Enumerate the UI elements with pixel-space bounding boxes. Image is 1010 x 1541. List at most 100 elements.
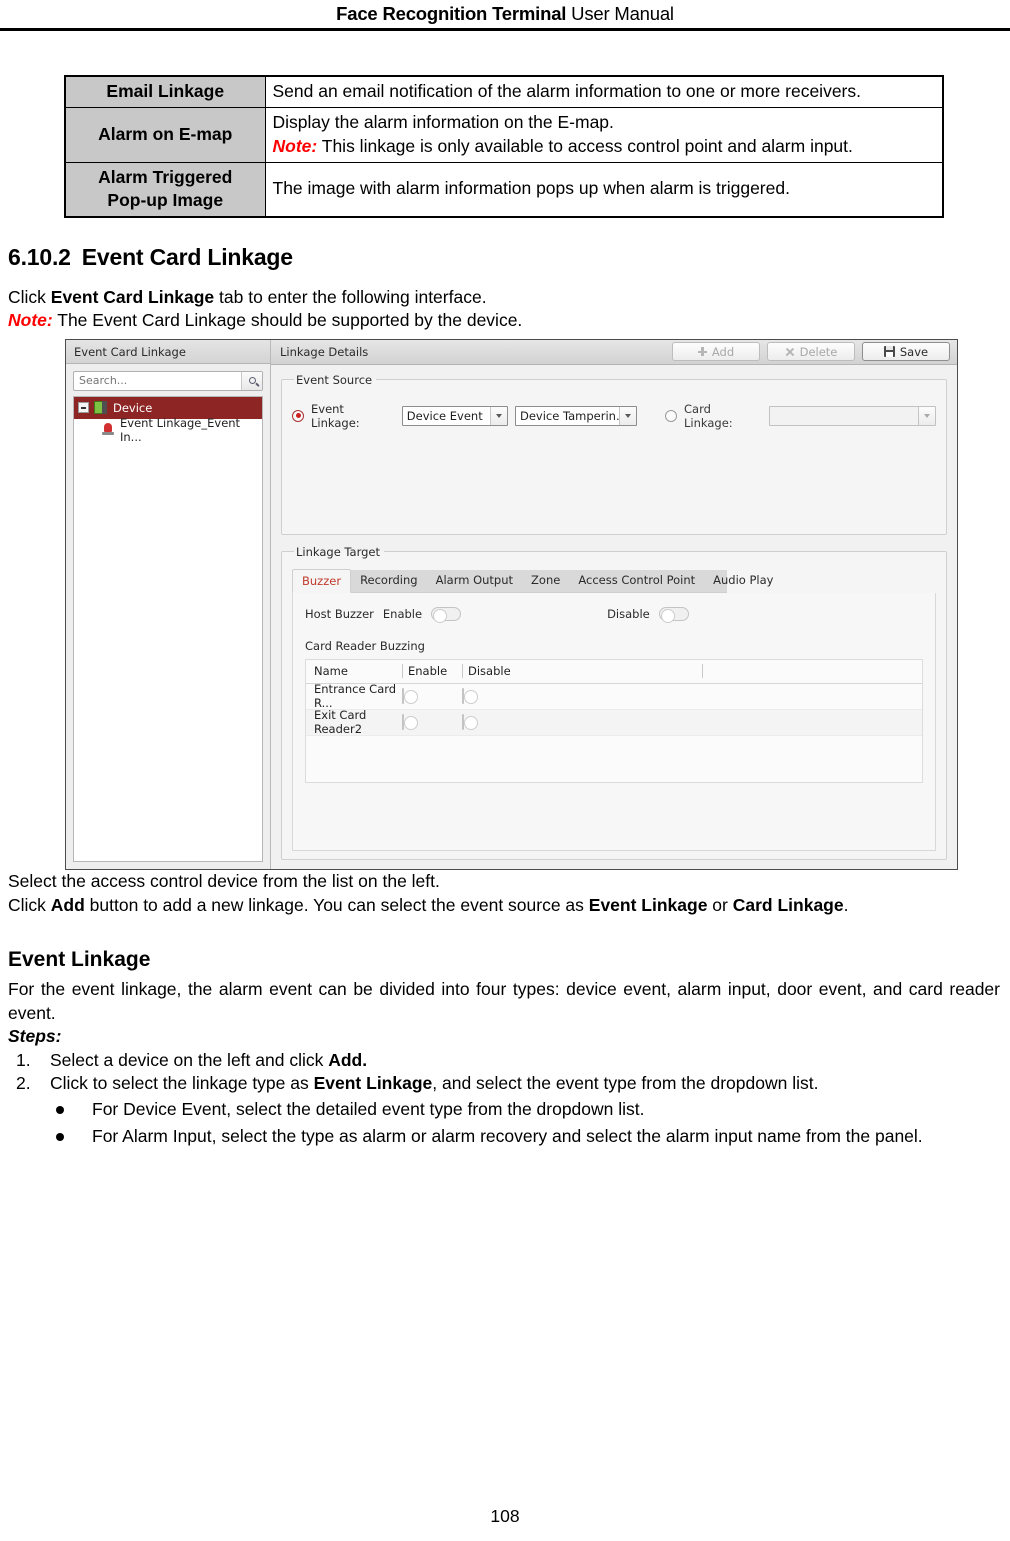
card-linkage-label: Card Linkage: bbox=[684, 401, 733, 430]
event-type-value: Device Event bbox=[406, 408, 483, 423]
row-enable-toggle[interactable] bbox=[402, 688, 404, 705]
close-icon bbox=[785, 347, 795, 357]
table-row: Alarm Triggered Pop-up Image The image w… bbox=[64, 161, 944, 218]
note-text: The Event Card Linkage should be support… bbox=[52, 310, 523, 331]
search-icon bbox=[247, 376, 257, 386]
section-title: Event Card Linkage bbox=[81, 244, 293, 271]
add-button[interactable]: Add bbox=[672, 342, 760, 362]
device-door-icon bbox=[94, 401, 107, 415]
table-row: Email Linkage Send an email notification… bbox=[64, 75, 944, 109]
search-input[interactable] bbox=[74, 371, 241, 390]
save-button[interactable]: Save bbox=[862, 342, 950, 362]
table-cell-description: The image with alarm information pops up… bbox=[264, 161, 944, 218]
table-cell-label: Email Linkage bbox=[64, 75, 266, 109]
tree-item-event-linkage[interactable]: Event Linkage_Event In... bbox=[74, 416, 262, 444]
page-number: 108 bbox=[490, 1506, 520, 1526]
add-bold: Add bbox=[50, 894, 85, 915]
section-heading: 6.10.2 Event Card Linkage bbox=[8, 244, 1000, 272]
intro-post: tab to enter the following interface. bbox=[214, 286, 487, 307]
search-box[interactable] bbox=[73, 370, 263, 391]
column-header-disable: Disable bbox=[462, 664, 702, 679]
table-header-row: Name Enable Disable bbox=[306, 659, 922, 684]
header-divider bbox=[0, 28, 1010, 31]
table-cell-label: Alarm Triggered Pop-up Image bbox=[64, 161, 266, 218]
host-buzzer-disable-toggle[interactable] bbox=[658, 606, 689, 623]
details-body: Event Source Event Linkage: Device Event… bbox=[271, 365, 957, 869]
row-disable-toggle[interactable] bbox=[462, 688, 464, 705]
card-reader-name: Entrance Card R... bbox=[314, 682, 397, 711]
panel-title: Linkage Details bbox=[280, 344, 369, 359]
description-text: The image with alarm information pops up… bbox=[272, 178, 790, 199]
detailed-event-value: Device Tamperin... bbox=[520, 408, 619, 423]
tab-buzzer[interactable]: Buzzer bbox=[292, 568, 352, 593]
section-note: Note: The Event Card Linkage should be s… bbox=[8, 309, 1000, 333]
details-panel: Linkage Details Add Delete Save Event So… bbox=[271, 339, 957, 869]
tab-audio-play[interactable]: Audio Play bbox=[704, 569, 782, 592]
manual-subtitle: User Manual bbox=[566, 3, 674, 24]
text-mid: button to add a new linkage. You can sel… bbox=[84, 894, 589, 915]
detailed-event-dropdown[interactable]: Device Tamperin... bbox=[515, 405, 637, 426]
collapse-expander-icon[interactable] bbox=[78, 402, 89, 414]
event-source-row: Event Linkage: Device Event Device Tampe… bbox=[292, 402, 936, 430]
table-row[interactable]: Exit Card Reader2 bbox=[306, 708, 922, 737]
bullet-list: For Device Event, select the detailed ev… bbox=[8, 1096, 1000, 1150]
bullet-item: For Device Event, select the detailed ev… bbox=[8, 1096, 1000, 1122]
select-device-paragraph: Select the access control device from th… bbox=[8, 870, 440, 891]
event-linkage-radio[interactable] bbox=[292, 409, 304, 422]
event-linkage-heading: Event Linkage bbox=[8, 948, 151, 972]
tab-recording[interactable]: Recording bbox=[351, 569, 427, 592]
intro-pre: Click bbox=[8, 286, 51, 307]
section-number: 6.10.2 bbox=[8, 244, 71, 271]
card-reader-name: Exit Card Reader2 bbox=[314, 708, 367, 737]
text-pre: Click bbox=[8, 894, 51, 915]
table-cell-description: Send an email notification of the alarm … bbox=[264, 75, 944, 109]
linkage-target-group: Linkage Target Buzzer Recording Alarm Ou… bbox=[281, 544, 947, 860]
host-buzzer-enable-toggle[interactable] bbox=[431, 606, 462, 623]
page-running-header: Face Recognition Terminal User Manual bbox=[0, 0, 1010, 25]
enable-cell bbox=[402, 714, 462, 731]
card-linkage-bold: Card Linkage bbox=[732, 894, 844, 915]
row-disable-toggle[interactable] bbox=[462, 714, 464, 731]
event-type-dropdown[interactable]: Device Event bbox=[401, 405, 508, 426]
floppy-disk-icon bbox=[883, 346, 895, 358]
event-linkage-label: Event Linkage: bbox=[311, 401, 360, 430]
alarm-light-icon bbox=[102, 423, 114, 436]
table-row[interactable]: Entrance Card R... bbox=[306, 682, 922, 711]
card-linkage-radio[interactable] bbox=[665, 409, 677, 422]
tab-alarm-output[interactable]: Alarm Output bbox=[427, 569, 522, 592]
tab-zone[interactable]: Zone bbox=[522, 569, 569, 592]
chevron-down-icon bbox=[619, 406, 636, 425]
sidebar-panel: Event Card Linkage Device Event Linkage_… bbox=[66, 339, 271, 869]
description-text: Display the alarm information on the E-m… bbox=[272, 112, 614, 133]
event-linkage-paragraph: For the event linkage, the alarm event c… bbox=[8, 979, 1000, 1023]
table-cell-description: Display the alarm information on the E-m… bbox=[264, 107, 944, 163]
step-item: Select a device on the left and click Ad… bbox=[8, 1049, 1000, 1073]
step-text-post: , and select the event type from the dro… bbox=[432, 1073, 819, 1094]
card-linkage-dropdown[interactable] bbox=[768, 405, 936, 426]
tree-item-label: Device bbox=[113, 400, 153, 415]
search-button[interactable] bbox=[241, 371, 262, 390]
table-cell-label: Alarm on E-map bbox=[64, 107, 266, 163]
text-post: . bbox=[843, 894, 849, 915]
tab-access-control-point[interactable]: Access Control Point bbox=[569, 569, 704, 592]
delete-button[interactable]: Delete bbox=[767, 342, 855, 362]
row-enable-toggle[interactable] bbox=[402, 714, 404, 731]
chevron-down-icon bbox=[490, 406, 507, 425]
steps-label: Steps: bbox=[8, 1025, 1000, 1049]
event-source-group: Event Source Event Linkage: Device Event… bbox=[281, 372, 947, 535]
event-card-linkage-screenshot: Event Card Linkage Device Event Linkage_… bbox=[65, 338, 958, 870]
manual-title: Face Recognition Terminal bbox=[336, 3, 567, 24]
plus-icon bbox=[697, 347, 707, 357]
disable-cell bbox=[462, 688, 464, 705]
device-tree[interactable]: Device Event Linkage_Event In... bbox=[73, 395, 263, 862]
column-header-end bbox=[702, 664, 922, 679]
event-source-legend: Event Source bbox=[296, 372, 373, 387]
step-text-pre: Click to select the linkage type as bbox=[50, 1073, 314, 1094]
label-line-2: Pop-up Image bbox=[107, 190, 224, 211]
card-linkage-value bbox=[770, 407, 918, 425]
intro-bold: Event Card Linkage bbox=[50, 286, 215, 307]
intro-paragraph: Click Event Card Linkage tab to enter th… bbox=[8, 286, 1000, 310]
card-reader-buzzing-title: Card Reader Buzzing bbox=[305, 638, 425, 653]
delete-button-label: Delete bbox=[799, 344, 838, 359]
